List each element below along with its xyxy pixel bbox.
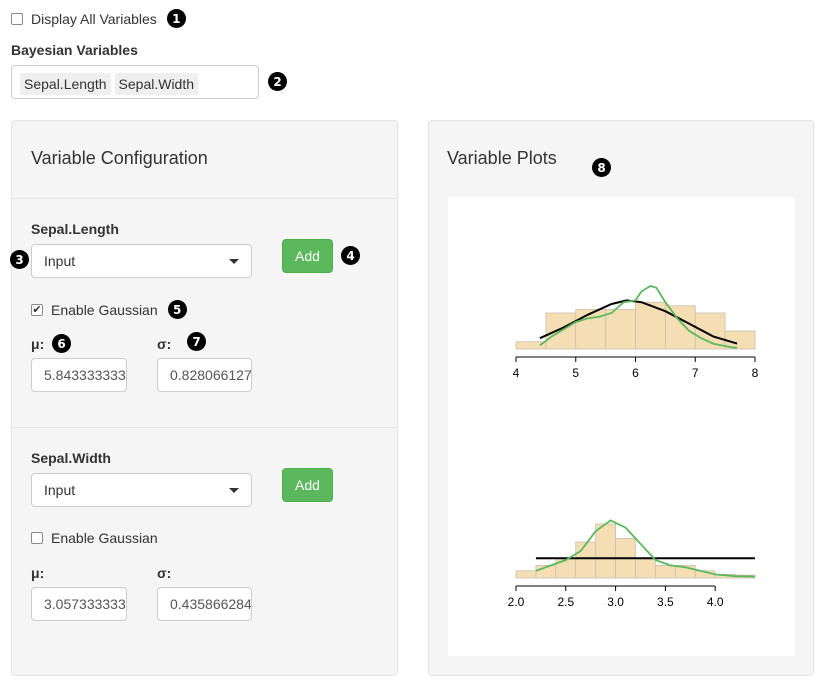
annotation-badge-7: 7: [187, 332, 206, 351]
var1-mu-label: μ:: [31, 336, 45, 352]
x-tick-label: 7: [692, 366, 699, 380]
x-tick-label: 2.5: [557, 595, 574, 609]
display-all-checkbox[interactable]: [11, 12, 23, 25]
histogram-bar: [635, 557, 656, 579]
var2-gaussian-label: Enable Gaussian: [51, 530, 158, 546]
x-tick-label: 3.5: [657, 595, 674, 609]
histogram-bar: [664, 305, 696, 350]
variable-plots-title: Variable Plots: [447, 148, 557, 168]
divider: [12, 427, 397, 428]
histogram-bar: [575, 541, 597, 579]
var1-add-button[interactable]: Add: [282, 239, 333, 273]
var1-name: Sepal.Length: [31, 221, 119, 237]
var1-gaussian-checkbox[interactable]: [31, 303, 43, 316]
var2-select[interactable]: Input: [31, 473, 252, 507]
annotation-badge-1: 1: [166, 9, 186, 28]
display-all-row: Display All Variables 1: [11, 9, 186, 28]
x-tick-label: 3.0: [607, 595, 624, 609]
var2-mu-input[interactable]: 3.0573333333: [31, 587, 127, 621]
var1-gaussian-row: Enable Gaussian 5: [31, 300, 187, 319]
var1-select[interactable]: Input: [31, 244, 252, 278]
var1-sigma-label: σ:: [157, 336, 172, 352]
variable-config-title: Variable Configuration: [31, 148, 208, 168]
var1-select-value: Input: [44, 253, 76, 269]
var2-name: Sepal.Width: [31, 450, 111, 466]
var2-gaussian-row: Enable Gaussian: [31, 530, 158, 546]
var1-gaussian-label: Enable Gaussian: [51, 301, 158, 318]
annotation-badge-8: 8: [592, 158, 611, 177]
bayesian-variables-label: Bayesian Variables: [11, 42, 138, 58]
histogram-bar: [555, 557, 577, 579]
divider: [12, 198, 397, 199]
histogram-bar: [595, 523, 616, 579]
x-tick-label: 4: [513, 366, 520, 380]
var2-select-value: Input: [44, 482, 76, 498]
annotation-badge-5: 5: [167, 300, 187, 319]
histogram-bar: [605, 309, 636, 350]
x-tick-label: 2.0: [508, 595, 525, 609]
annotation-badge-2: 2: [268, 72, 287, 91]
annotation-badge-4: 4: [341, 246, 360, 265]
bayesian-variables-input[interactable]: Sepal.Length Sepal.Width: [11, 65, 259, 99]
histogram-bar: [655, 564, 676, 579]
var1-mu-input[interactable]: 5.8433333333: [31, 358, 127, 392]
x-tick-label: 6: [632, 366, 639, 380]
annotation-badge-3: 3: [10, 250, 29, 269]
chip-sepal-width[interactable]: Sepal.Width: [114, 73, 199, 95]
chip-sepal-length[interactable]: Sepal.Length: [20, 73, 111, 95]
var2-mu-label: μ:: [31, 565, 45, 581]
histogram-bar: [515, 570, 537, 579]
display-all-label: Display All Variables: [31, 10, 157, 27]
var2-add-button[interactable]: Add: [282, 468, 333, 502]
var1-sigma-input[interactable]: 0.8280661279: [157, 358, 252, 392]
x-tick-label: 4.0: [707, 595, 724, 609]
chevron-down-icon: [229, 487, 239, 493]
var2-gaussian-checkbox[interactable]: [31, 532, 43, 544]
annotation-badge-6: 6: [52, 334, 71, 353]
plots-canvas: 4 5 6 7 8 2.0 2.5 3.0 3.5 4.0: [448, 197, 795, 656]
x-tick-label: 8: [752, 366, 759, 380]
var2-sigma-label: σ:: [157, 565, 172, 581]
histogram-bar: [694, 312, 726, 350]
chevron-down-icon: [229, 258, 239, 264]
x-tick-label: 5: [572, 366, 579, 380]
var2-sigma-input[interactable]: 0.4358662849: [157, 587, 252, 621]
